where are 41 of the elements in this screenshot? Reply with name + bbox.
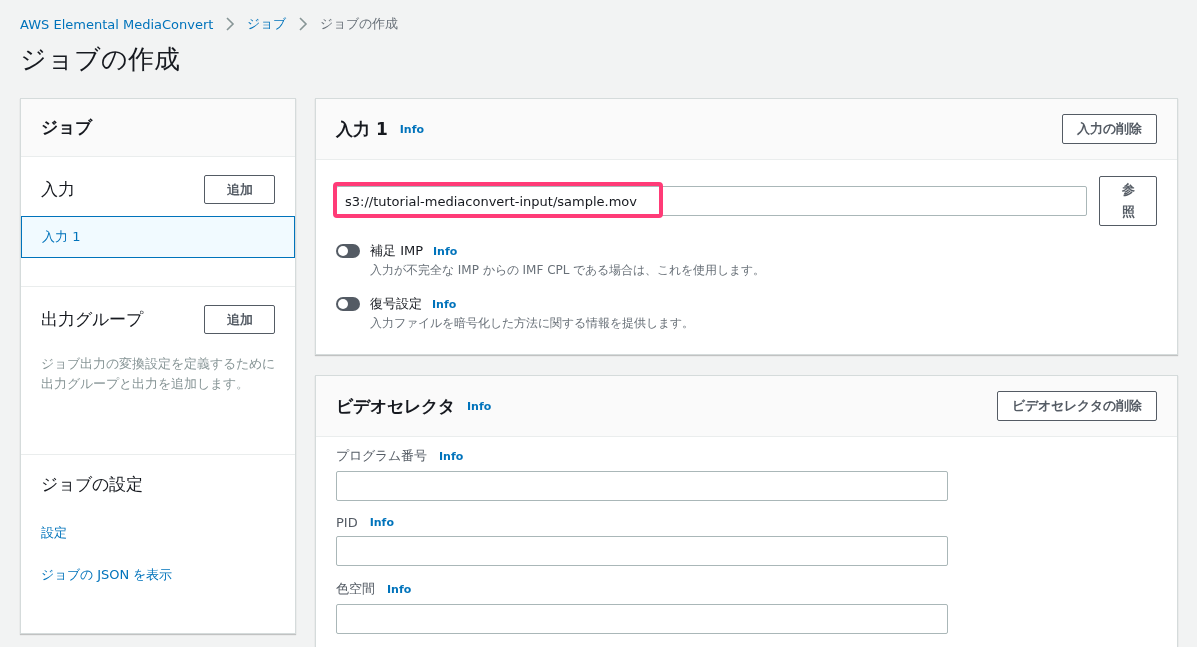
input-file-field[interactable]: s3://tutorial-mediaconvert-input/sample.mov (336, 186, 1087, 216)
breadcrumb-link[interactable]: ジョブ (247, 15, 287, 33)
chevron-right-icon (298, 17, 309, 31)
field-label: 色空間 (336, 580, 375, 598)
info-link[interactable]: Info (399, 122, 425, 136)
section-title: 入力 (41, 178, 75, 201)
sidebar-title: ジョブ (41, 116, 92, 139)
add-button[interactable]: 追加 (204, 175, 275, 204)
panel-title: 入力 1 (336, 117, 388, 141)
section-title: 出力グループ (41, 308, 143, 331)
info-link[interactable]: Info (467, 399, 492, 413)
toggle-description: 入力が不完全な IMP からの IMF CPL である場合は、これを使用します。 (370, 262, 767, 279)
field-label: プログラム番号 (336, 447, 427, 465)
sidebar-link[interactable]: ジョブの JSON を表示 (41, 566, 173, 584)
delete-input-button[interactable]: 入力の削除 (1062, 114, 1157, 144)
toggle-description: 入力ファイルを暗号化した方法に関する情報を提供します。 (370, 315, 695, 332)
browse-button[interactable]: 参照 (1099, 176, 1157, 226)
text-field[interactable] (336, 536, 948, 566)
text-field[interactable] (336, 471, 948, 501)
delete-video-selector-button[interactable]: ビデオセレクタの削除 (997, 391, 1157, 421)
sidebar-link[interactable]: 設定 (41, 524, 67, 542)
toggle-label: 復号設定 (370, 295, 422, 313)
section-title: ジョブの設定 (41, 473, 143, 496)
chevron-right-icon (225, 17, 236, 31)
add-button[interactable]: 追加 (204, 305, 275, 334)
info-link[interactable]: Info (369, 516, 394, 529)
toggle-switch[interactable] (336, 297, 360, 311)
info-link[interactable]: Info (439, 449, 464, 463)
panel-title: ビデオセレクタ (336, 394, 455, 418)
toggle-switch[interactable] (336, 244, 360, 258)
info-link[interactable]: Info (433, 244, 458, 258)
toggle-label: 補足 IMP (370, 242, 424, 260)
text-field[interactable] (336, 604, 948, 634)
page-title: ジョブの作成 (20, 43, 181, 76)
info-link[interactable]: Info (432, 297, 457, 311)
section-description: ジョブ出力の変換設定を定義するために出力グループと出力を追加します。 (41, 355, 275, 393)
field-label: PID (336, 515, 358, 530)
info-link[interactable]: Info (387, 582, 412, 596)
breadcrumb-current: ジョブの作成 (320, 15, 399, 33)
breadcrumb-link[interactable]: AWS Elemental MediaConvert (20, 16, 214, 32)
sidebar-item[interactable]: 入力 1 (21, 216, 295, 258)
